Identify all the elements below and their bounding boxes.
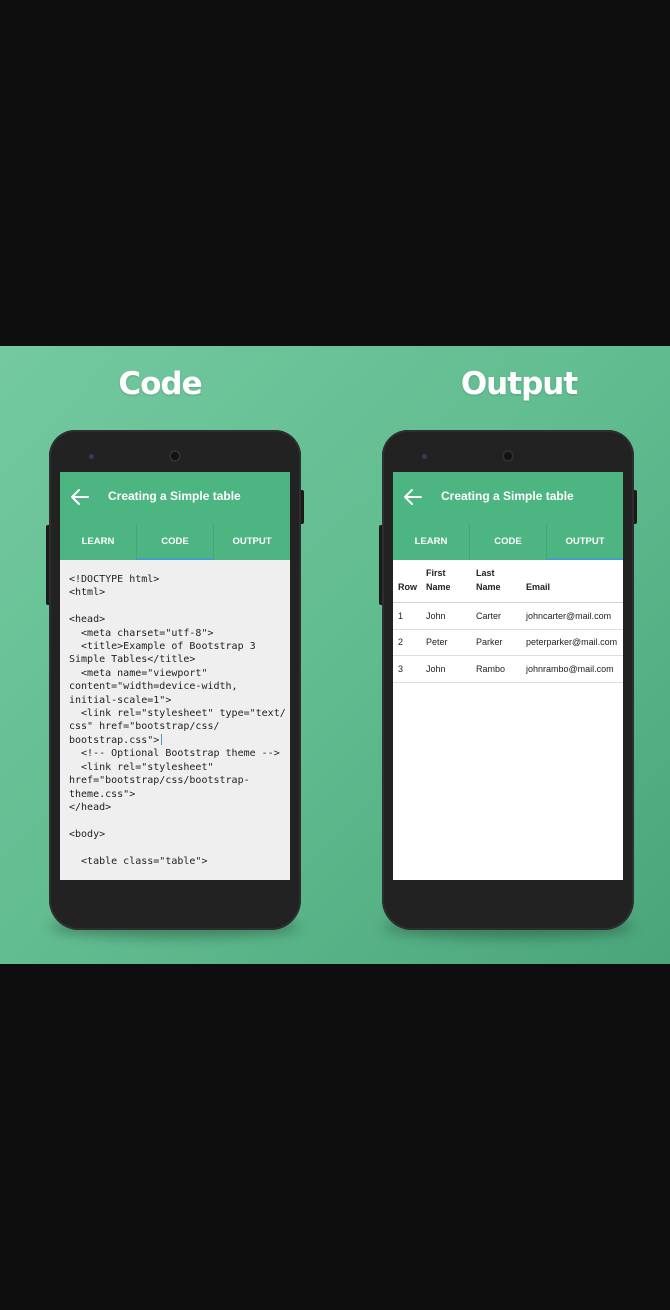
tab-output[interactable]: OUTPUT xyxy=(546,524,623,560)
code-line: <head> xyxy=(69,614,106,626)
code-line: content="width=device-width, xyxy=(69,681,238,693)
sensor-dot xyxy=(422,454,427,459)
tab-learn[interactable]: LEARN xyxy=(60,524,136,560)
app-bar-title: Creating a Simple table xyxy=(108,489,241,503)
code-line: href="bootstrap/css/bootstrap- xyxy=(69,775,250,787)
volume-button xyxy=(46,525,49,605)
code-line: initial-scale=1"> xyxy=(69,694,172,706)
code-line: bootstrap.css"> xyxy=(69,733,281,747)
code-line: css" href="bootstrap/css/ xyxy=(69,721,220,733)
code-line: <link rel="stylesheet" type="text/ xyxy=(69,708,286,720)
code-line: <meta name="viewport" xyxy=(69,667,208,679)
tab-code[interactable]: CODE xyxy=(136,524,213,560)
promo-banner: Code Output Creating a Simple table LEAR… xyxy=(0,346,670,964)
code-line: <body> xyxy=(69,828,106,840)
app-bar: Creating a Simple table LEARN CODE OUTPU… xyxy=(60,472,290,560)
back-arrow-icon[interactable] xyxy=(402,486,424,508)
code-line: Simple Tables</title> xyxy=(69,654,196,666)
cell-email: johncarter@mail.com xyxy=(526,610,612,621)
code-line: <html> xyxy=(69,587,106,599)
header-first-name: First Name xyxy=(426,568,451,592)
cell-email: peterparker@mail.com xyxy=(526,637,618,648)
tab-bar: LEARN CODE OUTPUT xyxy=(393,524,623,560)
table-header-row: Row First Name Last Name Email xyxy=(393,560,623,603)
table-row: 1 John Carter johncarter@mail.com xyxy=(393,603,623,630)
tab-output[interactable]: OUTPUT xyxy=(213,524,290,560)
volume-button xyxy=(379,525,382,605)
table-row: 3 John Rambo johnrambo@mail.com xyxy=(393,656,623,683)
screen-output: Creating a Simple table LEARN CODE OUTPU… xyxy=(393,472,623,880)
code-line: <meta charset="utf-8"> xyxy=(69,627,214,639)
cell-last-name: Parker xyxy=(476,637,503,648)
code-line: <table class="table"> xyxy=(69,855,208,867)
header-row: Row xyxy=(398,582,417,592)
camera xyxy=(169,450,181,462)
cell-row: 1 xyxy=(398,610,404,621)
code-editor[interactable]: <!DOCTYPE html> <html> <head> <meta chars… xyxy=(60,560,290,880)
text-caret xyxy=(161,733,163,745)
cell-first-name: John xyxy=(426,610,446,621)
sensor-dot xyxy=(89,454,94,459)
code-heading: Code xyxy=(118,366,202,402)
cell-email: johnrambo@mail.com xyxy=(526,663,614,674)
app-bar: Creating a Simple table LEARN CODE OUTPU… xyxy=(393,472,623,560)
camera xyxy=(502,450,514,462)
header-last-name: Last Name xyxy=(476,568,501,592)
screen-code: Creating a Simple table LEARN CODE OUTPU… xyxy=(60,472,290,880)
code-line: <link rel="stylesheet" xyxy=(69,761,214,773)
tab-bar: LEARN CODE OUTPUT xyxy=(60,524,290,560)
output-table: Row First Name Last Name Email 1 John Ca… xyxy=(393,560,623,683)
phone-code: Creating a Simple table LEARN CODE OUTPU… xyxy=(46,430,304,930)
table-row: 2 Peter Parker peterparker@mail.com xyxy=(393,630,623,656)
code-line: <title>Example of Bootstrap 3 xyxy=(69,641,256,653)
tab-code[interactable]: CODE xyxy=(469,524,546,560)
cell-first-name: John xyxy=(426,663,446,674)
tab-learn[interactable]: LEARN xyxy=(393,524,469,560)
code-line: theme.css"> xyxy=(69,788,136,800)
cell-last-name: Carter xyxy=(476,610,502,621)
code-line: <!DOCTYPE html> xyxy=(69,574,160,585)
phone-output: Creating a Simple table LEARN CODE OUTPU… xyxy=(379,430,637,930)
code-line: </head> xyxy=(69,801,112,813)
cell-row: 2 xyxy=(398,637,404,648)
header-email: Email xyxy=(526,582,551,592)
app-bar-title: Creating a Simple table xyxy=(441,489,574,503)
cell-row: 3 xyxy=(398,663,404,674)
output-heading: Output xyxy=(460,366,578,402)
power-button xyxy=(634,490,637,524)
cell-last-name: Rambo xyxy=(476,663,506,674)
cell-first-name: Peter xyxy=(426,637,448,648)
power-button xyxy=(301,490,304,524)
back-arrow-icon[interactable] xyxy=(69,486,91,508)
code-line: <!-- Optional Bootstrap theme --> xyxy=(69,748,280,760)
